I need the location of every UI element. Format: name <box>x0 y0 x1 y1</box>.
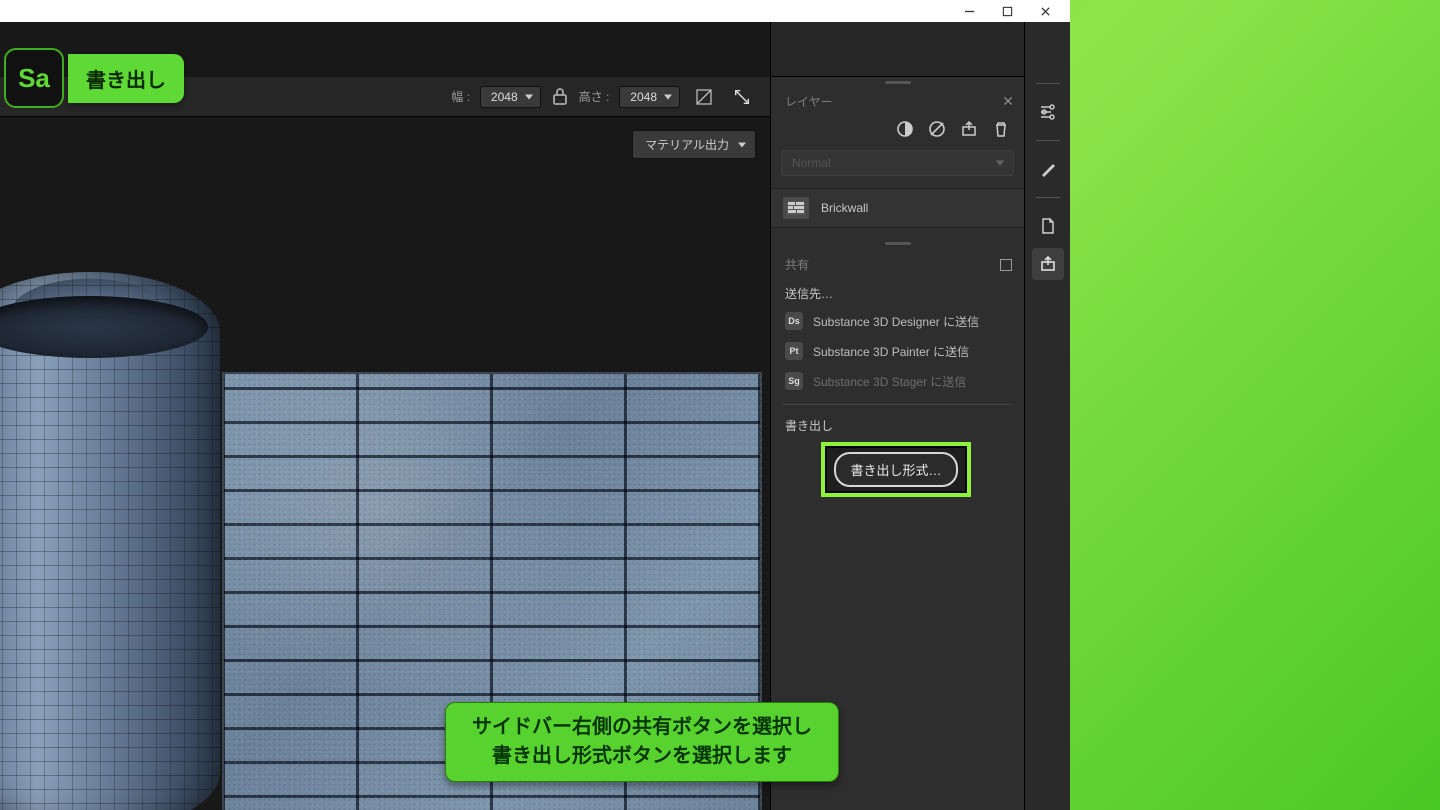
stager-label: Substance 3D Stager に送信 <box>813 373 966 390</box>
stager-badge-icon: Sg <box>785 372 803 390</box>
maximize-button[interactable] <box>988 1 1026 21</box>
app-window: Sa 書き出し 幅 : 2048 高さ : 2048 マテリアル出力 <box>0 0 1070 810</box>
height-select[interactable]: 2048 <box>619 86 680 108</box>
tutorial-caption: サイドバー右側の共有ボタンを選択し 書き出し形式ボタンを選択します <box>445 702 839 782</box>
share-panel-header: 共有 <box>771 248 1024 277</box>
width-select[interactable]: 2048 <box>480 86 541 108</box>
painter-label: Substance 3D Painter に送信 <box>813 343 969 360</box>
layers-panel-header: レイヤー ✕ <box>771 87 1024 116</box>
panel-drag-handle[interactable] <box>771 77 1024 87</box>
app-badge-label: 書き出し <box>68 54 184 103</box>
material-output-select[interactable]: マテリアル出力 <box>632 130 756 159</box>
right-tool-rail <box>1024 22 1070 810</box>
share-panel-toggle-icon[interactable] <box>1000 259 1012 271</box>
mask-circle-icon[interactable] <box>896 120 914 138</box>
designer-badge-icon: Ds <box>785 312 803 330</box>
send-to-designer[interactable]: Ds Substance 3D Designer に送信 <box>771 306 1024 336</box>
export-label: 書き出し <box>785 417 1010 434</box>
lock-icon[interactable] <box>551 88 569 106</box>
layer-name: Brickwall <box>821 201 868 215</box>
rail-document-icon[interactable] <box>1032 210 1064 242</box>
layers-title: レイヤー <box>785 93 833 110</box>
share-title: 共有 <box>785 256 809 273</box>
mask-off-icon[interactable] <box>928 120 946 138</box>
layer-thumb-icon <box>783 197 809 219</box>
viewport-3d[interactable]: 幅 : 2048 高さ : 2048 マテリアル出力 <box>0 22 770 810</box>
send-to-label: 送信先… <box>771 277 1024 306</box>
divider <box>783 404 1012 405</box>
rail-settings-icon[interactable] <box>1032 96 1064 128</box>
panel-drag-handle-2[interactable] <box>771 238 1024 248</box>
trash-icon[interactable] <box>992 120 1010 138</box>
export-button-highlight: 書き出し形式… <box>821 442 971 497</box>
layer-toolbar <box>771 116 1024 146</box>
layer-item[interactable]: Brickwall <box>771 188 1024 228</box>
side-panels: レイヤー ✕ Normal Brickwall 共有 送信先… <box>770 22 1024 810</box>
app-badge: Sa 書き出し <box>4 48 184 108</box>
minimize-button[interactable] <box>950 1 988 21</box>
width-label: 幅 : <box>451 88 470 105</box>
window-titlebar <box>0 0 1070 22</box>
close-button[interactable] <box>1026 1 1064 21</box>
fullscreen-icon[interactable] <box>728 83 756 111</box>
preview-cylinder <box>0 272 220 810</box>
rail-brush-icon[interactable] <box>1032 153 1064 185</box>
export-layer-icon[interactable] <box>960 120 978 138</box>
export-as-button[interactable]: 書き出し形式… <box>834 452 957 487</box>
send-to-painter[interactable]: Pt Substance 3D Painter に送信 <box>771 336 1024 366</box>
caption-line-1: サイドバー右側の共有ボタンを選択し <box>472 713 812 742</box>
designer-label: Substance 3D Designer に送信 <box>813 313 979 330</box>
caption-line-2: 書き出し形式ボタンを選択します <box>472 742 812 771</box>
painter-badge-icon: Pt <box>785 342 803 360</box>
blend-mode-select[interactable]: Normal <box>781 150 1014 176</box>
height-label: 高さ : <box>579 88 610 105</box>
uv-icon[interactable] <box>690 83 718 111</box>
app-logo-icon: Sa <box>4 48 64 108</box>
rail-share-icon[interactable] <box>1032 248 1064 280</box>
send-to-stager[interactable]: Sg Substance 3D Stager に送信 <box>771 366 1024 396</box>
layers-close-icon[interactable]: ✕ <box>1002 93 1014 110</box>
